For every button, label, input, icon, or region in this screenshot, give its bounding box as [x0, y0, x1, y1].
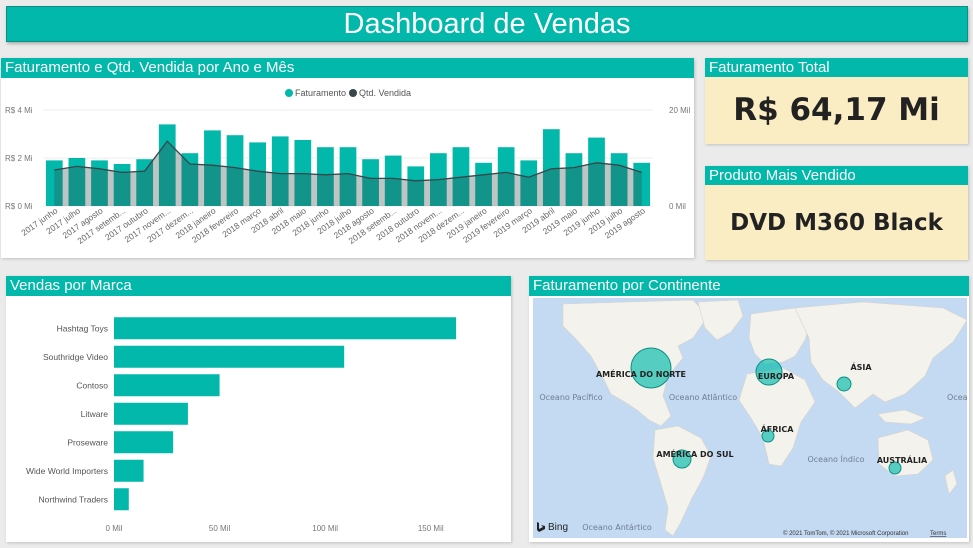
revenue-total-title: Faturamento Total: [705, 58, 968, 77]
brand-sales-title: Vendas por Marca: [6, 276, 511, 296]
combo-chart[interactable]: R$ 0 MiR$ 2 MiR$ 4 Mi0 Mil20 Mil2017 jun…: [1, 78, 694, 258]
brand-bar-chart[interactable]: Hashtag Toys Southridge Video Contoso Litwa…: [6, 296, 511, 542]
label-australia: AUSTRÁLIA: [877, 454, 928, 465]
brand-bar[interactable]: [114, 317, 457, 340]
legend-qty-swatch: [349, 89, 357, 97]
bubble-north-america[interactable]: [630, 347, 672, 389]
brand-category-label: Southridge Video: [43, 352, 108, 362]
revenue-total-value: R$ 64,17 Mi: [733, 92, 940, 128]
label-africa: ÁFRICA: [761, 423, 795, 434]
brand-category-label: Hashtag Toys: [57, 323, 108, 333]
legend-qty-label: Qtd. Vendida: [359, 88, 411, 98]
map-attribution: © 2021 TomTom, © 2021 Microsoft Corporat…: [783, 530, 908, 537]
ocean-label-pacific: Oceano Pacífico: [539, 393, 602, 402]
combo-chart-panel[interactable]: Faturamento e Qtd. Vendida por Ano e Mês…: [1, 58, 694, 258]
brand-sales-panel[interactable]: Vendas por Marca Hashtag Toys Southridge …: [6, 276, 511, 542]
brand-category-label: Litware: [81, 409, 109, 419]
ocean-label-pacific-east: Oceano Pacífico: [947, 393, 967, 402]
brand-category-label: Contoso: [76, 380, 108, 390]
bing-label: Bing: [548, 522, 568, 533]
label-asia: ÁSIA: [850, 361, 872, 372]
legend-faturamento-label: Faturamento: [295, 88, 346, 98]
combo-left-tick: R$ 4 Mi: [5, 106, 33, 115]
bubble-asia[interactable]: [836, 376, 852, 392]
world-map[interactable]: Oceano Pacífico Oceano Atlântico Oceano …: [533, 298, 967, 538]
continent-map-title: Faturamento por Continente: [529, 276, 969, 296]
brand-bar[interactable]: [114, 402, 188, 425]
ocean-label-antarctic: Oceano Antártico: [582, 523, 652, 532]
ocean-label-indian: Oceano Índico: [807, 453, 864, 464]
ocean-label-atlantic: Oceano Atlântico: [669, 393, 737, 402]
brand-bar[interactable]: [114, 345, 345, 368]
brand-x-tick: 100 Mil: [312, 524, 338, 533]
revenue-total-card[interactable]: Faturamento Total R$ 64,17 Mi: [705, 58, 968, 144]
brand-bar[interactable]: [114, 374, 220, 397]
legend-faturamento-swatch: [285, 89, 293, 97]
brand-category-label: Proseware: [67, 437, 108, 447]
label-europe: EUROPA: [758, 372, 795, 381]
dashboard-title: Dashboard de Vendas: [6, 6, 968, 42]
combo-chart-title: Faturamento e Qtd. Vendida por Ano e Mês: [1, 58, 694, 78]
top-product-value: DVD M360 Black: [730, 210, 943, 236]
label-south-america: AMÉRICA DO SUL: [656, 448, 733, 459]
label-north-america: AMÉRICA DO NORTE: [596, 368, 686, 379]
map-terms-link[interactable]: Terms: [930, 531, 946, 537]
brand-category-label: Wide World Importers: [26, 466, 108, 476]
combo-left-tick: R$ 2 Mi: [5, 154, 33, 163]
brand-x-tick: 50 Mil: [209, 524, 231, 533]
brand-x-tick: 150 Mil: [418, 524, 444, 533]
brand-bar[interactable]: [114, 431, 174, 454]
top-product-card[interactable]: Produto Mais Vendido DVD M360 Black: [705, 166, 968, 260]
brand-category-label: Northwind Traders: [39, 494, 108, 504]
brand-bar[interactable]: [114, 488, 129, 511]
combo-right-tick: 20 Mil: [669, 106, 691, 115]
combo-right-tick: 0 Mil: [669, 202, 686, 211]
top-product-title: Produto Mais Vendido: [705, 166, 968, 185]
combo-left-tick: R$ 0 Mi: [5, 202, 33, 211]
brand-x-tick: 0 Mil: [106, 524, 123, 533]
brand-bar[interactable]: [114, 459, 144, 482]
continent-map-panel[interactable]: Faturamento por Continente Oceano Pacífi…: [529, 276, 969, 542]
